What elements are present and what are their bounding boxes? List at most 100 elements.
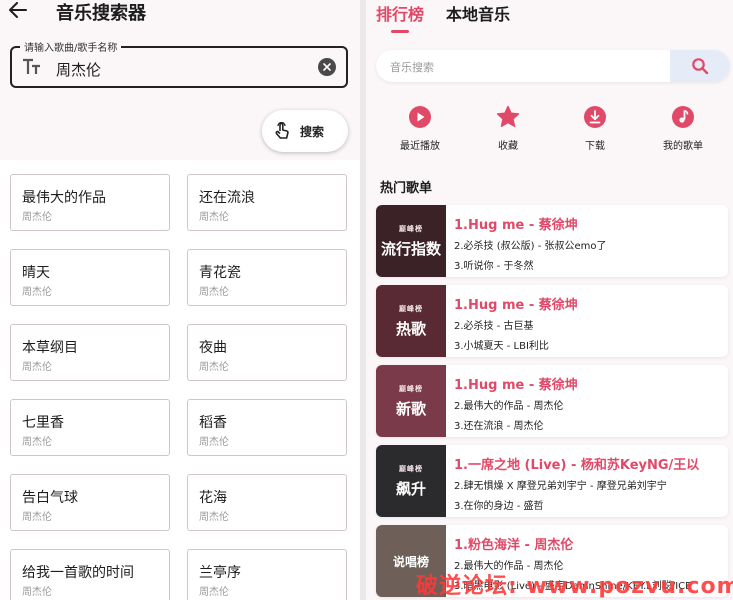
search-input-value: 周杰伦 bbox=[56, 61, 102, 79]
search-results: 最伟大的作品 周杰伦 还在流浪 周杰伦 晴天 周杰伦 青花瓷 周杰伦 本草纲目 … bbox=[0, 160, 360, 600]
song-artist: 周杰伦 bbox=[22, 362, 52, 373]
playlist-card[interactable]: 巅峰榜 新歌 1.Hug me - 蔡徐坤 2.最伟大的作品 - 周杰伦 3.还… bbox=[376, 365, 728, 437]
song-title: 晴天 bbox=[22, 265, 50, 281]
playlist-top-song: 1.Hug me - 蔡徐坤 bbox=[454, 378, 578, 393]
playlist-song: 2.肆无惧燥 X 摩登兄弟刘宇宁 - 摩登兄弟刘宇宁 bbox=[454, 481, 667, 492]
song-title: 兰亭序 bbox=[199, 565, 241, 581]
result-card[interactable]: 还在流浪 周杰伦 bbox=[187, 174, 347, 231]
playlist-song: 2.必杀技 - 古巨基 bbox=[454, 321, 534, 332]
playlist-song: 3.在你的身边 - 盛哲 bbox=[454, 501, 544, 512]
song-artist: 周杰伦 bbox=[199, 212, 229, 223]
back-button[interactable] bbox=[6, 0, 30, 20]
playlist-top-song: 1.一席之地 (Live) - 杨和苏KeyNG/王以 bbox=[454, 458, 700, 473]
song-title: 稻香 bbox=[199, 415, 227, 431]
cover-title: 流行指数 bbox=[380, 239, 441, 258]
cover-title: 说唱榜 bbox=[392, 554, 429, 569]
clear-button[interactable] bbox=[318, 58, 336, 76]
result-card[interactable]: 最伟大的作品 周杰伦 bbox=[10, 174, 170, 231]
result-card[interactable]: 七里香 周杰伦 bbox=[10, 399, 170, 456]
quick-action-label: 收藏 bbox=[498, 141, 518, 152]
result-card[interactable]: 夜曲 周杰伦 bbox=[187, 324, 347, 381]
search-button[interactable]: 搜索 bbox=[262, 110, 348, 152]
song-artist: 周杰伦 bbox=[22, 587, 52, 598]
song-title: 告白气球 bbox=[22, 490, 78, 506]
page-title: 音乐搜索器 bbox=[56, 3, 146, 24]
song-artist: 周杰伦 bbox=[199, 512, 229, 523]
playlist-song: 2.最伟大的作品 - 周杰伦 bbox=[454, 401, 564, 412]
result-card[interactable]: 给我一首歌的时间 周杰伦 bbox=[10, 549, 170, 600]
song-title: 最伟大的作品 bbox=[22, 190, 106, 206]
result-card[interactable]: 兰亭序 周杰伦 bbox=[187, 549, 347, 600]
result-card[interactable]: 晴天 周杰伦 bbox=[10, 249, 170, 306]
music-note-icon bbox=[672, 106, 694, 128]
quick-action-label: 我的歌单 bbox=[663, 141, 703, 152]
search-submit-button[interactable] bbox=[670, 50, 730, 82]
result-card[interactable]: 稻香 周杰伦 bbox=[187, 399, 347, 456]
cover-logo: 巅峰榜 bbox=[399, 464, 423, 473]
tab-local-music[interactable]: 本地音乐 bbox=[446, 1, 510, 25]
watermark: 破逆论坛: www.pozvu.com bbox=[416, 574, 733, 599]
quick-action-label: 下载 bbox=[585, 141, 605, 152]
search-icon bbox=[692, 58, 709, 75]
result-card[interactable]: 本草纲目 周杰伦 bbox=[10, 324, 170, 381]
song-artist: 周杰伦 bbox=[199, 587, 229, 598]
song-artist: 周杰伦 bbox=[22, 437, 52, 448]
search-placeholder: 音乐搜索 bbox=[390, 61, 434, 74]
song-title: 七里香 bbox=[22, 415, 64, 431]
quick-action-favorites[interactable]: 收藏 bbox=[468, 104, 548, 156]
quick-action-recent[interactable]: 最近播放 bbox=[380, 104, 460, 156]
playlist-top-song: 1.Hug me - 蔡徐坤 bbox=[454, 218, 578, 233]
song-artist: 周杰伦 bbox=[199, 437, 229, 448]
cover-title: 热歌 bbox=[395, 319, 426, 338]
result-card[interactable]: 花海 周杰伦 bbox=[187, 474, 347, 531]
result-card[interactable]: 告白气球 周杰伦 bbox=[10, 474, 170, 531]
playlist-card[interactable]: 巅峰榜 流行指数 1.Hug me - 蔡徐坤 2.必杀技 (叔公版) - 张叔… bbox=[376, 205, 728, 277]
song-title: 夜曲 bbox=[199, 340, 227, 356]
song-artist: 周杰伦 bbox=[22, 287, 52, 298]
playlist-cover: 巅峰榜 飙升 bbox=[376, 445, 446, 517]
playlist-card[interactable]: 巅峰榜 飙升 1.一席之地 (Live) - 杨和苏KeyNG/王以 2.肆无惧… bbox=[376, 445, 728, 517]
arrow-left-icon bbox=[9, 2, 27, 18]
playlist-song: 2.必杀技 (叔公版) - 张叔公emo了 bbox=[454, 241, 607, 252]
song-title: 花海 bbox=[199, 490, 227, 506]
song-artist: 周杰伦 bbox=[199, 287, 229, 298]
playlist-card[interactable]: 巅峰榜 热歌 1.Hug me - 蔡徐坤 2.必杀技 - 古巨基 3.小城夏天… bbox=[376, 285, 728, 357]
result-card[interactable]: 青花瓷 周杰伦 bbox=[187, 249, 347, 306]
song-title: 给我一首歌的时间 bbox=[22, 565, 134, 581]
play-circle-icon bbox=[409, 106, 431, 128]
song-title: 还在流浪 bbox=[199, 190, 255, 206]
text-format-icon bbox=[23, 58, 40, 74]
search-page: 音乐搜索器 周杰伦 请输入歌曲/歌手名称 搜索 最伟大的作品 周杰伦 还在流浪 … bbox=[0, 0, 360, 600]
star-icon bbox=[496, 105, 520, 127]
song-artist: 周杰伦 bbox=[22, 512, 52, 523]
song-artist: 周杰伦 bbox=[22, 212, 52, 223]
cover-logo: 巅峰榜 bbox=[399, 304, 423, 313]
song-title: 本草纲目 bbox=[22, 340, 78, 356]
playlist-song: 3.听说你 - 于冬然 bbox=[454, 261, 534, 272]
search-button-label: 搜索 bbox=[300, 124, 325, 139]
download-icon bbox=[584, 106, 606, 128]
close-icon bbox=[323, 63, 331, 71]
music-search-bar[interactable]: 音乐搜索 bbox=[376, 50, 730, 82]
playlist-cover: 巅峰榜 热歌 bbox=[376, 285, 446, 357]
touch-icon bbox=[275, 122, 289, 139]
cover-logo: 巅峰榜 bbox=[399, 384, 423, 393]
song-title: 青花瓷 bbox=[199, 265, 241, 281]
quick-action-download[interactable]: 下载 bbox=[555, 104, 635, 156]
song-artist: 周杰伦 bbox=[199, 362, 229, 373]
top-bar: 音乐搜索器 bbox=[0, 0, 360, 36]
quick-action-my-playlists[interactable]: 我的歌单 bbox=[643, 104, 723, 156]
main-page: 排行榜 本地音乐 音乐搜索 最近播放 收藏 下载 我的歌单 热门歌单 巅峰榜 流… bbox=[366, 0, 733, 600]
quick-action-label: 最近播放 bbox=[400, 141, 440, 152]
cover-title: 飙升 bbox=[395, 479, 426, 498]
playlist-song: 3.还在流浪 - 周杰伦 bbox=[454, 421, 544, 432]
playlist-cover: 巅峰榜 流行指数 bbox=[376, 205, 446, 277]
cover-logo: 巅峰榜 bbox=[399, 224, 423, 233]
tab-charts[interactable]: 排行榜 bbox=[376, 1, 424, 25]
playlist-cover: 巅峰榜 新歌 bbox=[376, 365, 446, 437]
playlist-top-song: 1.粉色海洋 - 周杰伦 bbox=[454, 538, 574, 553]
playlist-top-song: 1.Hug me - 蔡徐坤 bbox=[454, 298, 578, 313]
section-title: 热门歌单 bbox=[380, 181, 433, 196]
search-input-label: 请输入歌曲/歌手名称 bbox=[20, 39, 122, 54]
playlist-song: 3.小城夏天 - LBI利比 bbox=[454, 341, 549, 352]
